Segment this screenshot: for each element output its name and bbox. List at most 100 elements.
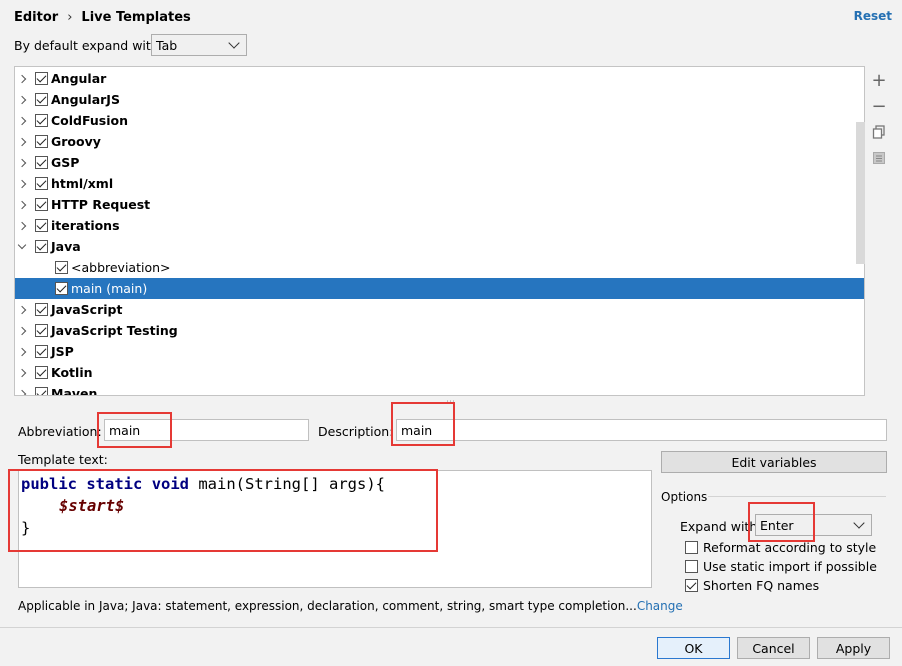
tree-row-checkbox[interactable]	[35, 135, 48, 148]
tree-row-checkbox[interactable]	[35, 156, 48, 169]
tree-row-checkbox[interactable]	[35, 303, 48, 316]
reformat-option[interactable]: Reformat according to style	[685, 540, 876, 555]
tree-group-row[interactable]: html/xml	[15, 173, 864, 194]
change-context-link[interactable]: Change	[637, 599, 683, 613]
code-text: main(String[] args){	[189, 475, 385, 493]
template-text-editor[interactable]: public static void main(String[] args){ …	[18, 470, 652, 588]
static-import-option[interactable]: Use static import if possible	[685, 559, 877, 574]
tree-group-row[interactable]: AngularJS	[15, 89, 864, 110]
tree-group-row[interactable]: HTTP Request	[15, 194, 864, 215]
breadcrumb: Editor › Live Templates	[14, 8, 191, 26]
remove-icon[interactable]: −	[871, 96, 887, 117]
expand-with-label: Expand with	[680, 519, 758, 534]
ok-button[interactable]: OK	[657, 637, 730, 659]
code-keyword: static	[86, 475, 143, 493]
code-variable: $start$	[59, 497, 125, 515]
tree-row-label: JavaScript Testing	[51, 323, 178, 338]
shorten-fq-option[interactable]: Shorten FQ names	[685, 578, 819, 593]
chevron-right-icon[interactable]	[17, 326, 27, 335]
chevron-right-icon[interactable]	[17, 74, 27, 83]
chevron-right-icon[interactable]	[17, 137, 27, 146]
tree-row-label: GSP	[51, 155, 80, 170]
reset-link[interactable]: Reset	[854, 9, 892, 23]
options-title: Options	[661, 490, 708, 504]
tree-template-row[interactable]: <abbreviation>	[15, 257, 864, 278]
cancel-button[interactable]: Cancel	[737, 637, 810, 659]
apply-button[interactable]: Apply	[817, 637, 890, 659]
tree-group-row[interactable]: Kotlin	[15, 362, 864, 383]
tree-row-checkbox[interactable]	[35, 72, 48, 85]
expand-with-value: Enter	[760, 517, 794, 533]
chevron-down-icon[interactable]	[17, 240, 27, 250]
tree-scrollbar[interactable]	[856, 122, 865, 264]
tree-row-checkbox[interactable]	[35, 219, 48, 232]
chevron-right-icon[interactable]	[17, 221, 27, 230]
tree-group-row[interactable]: Angular	[15, 68, 864, 89]
add-icon[interactable]: +	[871, 70, 887, 91]
shorten-fq-label: Shorten FQ names	[703, 578, 820, 593]
tree-row-checkbox[interactable]	[35, 177, 48, 190]
tree-template-row[interactable]: main (main)	[15, 278, 864, 299]
applicable-context: Applicable in Java; Java: statement, exp…	[18, 599, 683, 613]
tree-group-row[interactable]: JavaScript Testing	[15, 320, 864, 341]
chevron-right-icon[interactable]	[17, 389, 27, 395]
tree-row-checkbox[interactable]	[35, 114, 48, 127]
tree-group-row[interactable]: JavaScript	[15, 299, 864, 320]
tree-row-checkbox[interactable]	[35, 240, 48, 253]
edit-variables-button[interactable]: Edit variables	[661, 451, 887, 473]
tree-group-row[interactable]: Maven	[15, 383, 864, 395]
chevron-right-icon[interactable]	[17, 158, 27, 167]
tree-group-row[interactable]: JSP	[15, 341, 864, 362]
tree-row-checkbox[interactable]	[55, 261, 68, 274]
tree-row-checkbox[interactable]	[55, 282, 68, 295]
description-label: Description:	[318, 424, 394, 439]
chevron-right-icon[interactable]	[17, 200, 27, 209]
tree-row-label: <abbreviation>	[71, 260, 171, 275]
expand-with-select[interactable]: Enter	[755, 514, 872, 536]
tree-row-checkbox[interactable]	[35, 198, 48, 211]
tree-row-checkbox[interactable]	[35, 387, 48, 395]
copy-icon[interactable]	[871, 124, 887, 140]
tree-row-label: HTTP Request	[51, 197, 151, 212]
tree-row-checkbox[interactable]	[35, 345, 48, 358]
code-line-1: public static void main(String[] args){	[21, 475, 651, 497]
tree-row-checkbox[interactable]	[35, 324, 48, 337]
chevron-right-icon[interactable]	[17, 347, 27, 356]
code-line-3: }	[21, 519, 31, 537]
tree-group-row[interactable]: GSP	[15, 152, 864, 173]
tree-row-checkbox[interactable]	[35, 366, 48, 379]
static-import-label: Use static import if possible	[703, 559, 877, 574]
tree-group-row[interactable]: Java	[15, 236, 864, 257]
default-expand-select[interactable]: Tab	[151, 34, 247, 56]
chevron-right-icon[interactable]	[17, 116, 27, 125]
shorten-fq-checkbox[interactable]	[685, 579, 698, 592]
chevron-right-icon[interactable]	[17, 305, 27, 314]
code-line-2: $start$	[21, 497, 651, 519]
tree-row-checkbox[interactable]	[35, 93, 48, 106]
default-expand-value: Tab	[156, 37, 178, 53]
chevron-right-icon[interactable]	[17, 95, 27, 104]
static-import-checkbox[interactable]	[685, 560, 698, 573]
description-input[interactable]: main	[396, 419, 887, 441]
tree-row-label: JavaScript	[51, 302, 123, 317]
abbreviation-input[interactable]: main	[104, 419, 309, 441]
chevron-down-icon	[228, 37, 240, 49]
reformat-checkbox[interactable]	[685, 541, 698, 554]
tree-group-row[interactable]: Groovy	[15, 131, 864, 152]
tree-row-label: JSP	[51, 344, 74, 359]
chevron-down-icon	[853, 517, 865, 529]
chevron-right-icon[interactable]	[17, 368, 27, 377]
tree-group-row[interactable]: iterations	[15, 215, 864, 236]
chevron-right-icon[interactable]	[17, 179, 27, 188]
reformat-label: Reformat according to style	[703, 540, 877, 555]
list-icon[interactable]	[871, 150, 887, 166]
templates-tree[interactable]: Angular AngularJS ColdFusion Groovy GSP html/…	[14, 66, 865, 396]
default-expand-label: By default expand with	[14, 38, 159, 53]
tree-row-label: Angular	[51, 71, 107, 86]
tree-group-row[interactable]: ColdFusion	[15, 110, 864, 131]
tree-row-label: Kotlin	[51, 365, 93, 380]
splitter-handle[interactable]: ⋯	[446, 397, 455, 407]
breadcrumb-separator: ›	[67, 9, 73, 25]
